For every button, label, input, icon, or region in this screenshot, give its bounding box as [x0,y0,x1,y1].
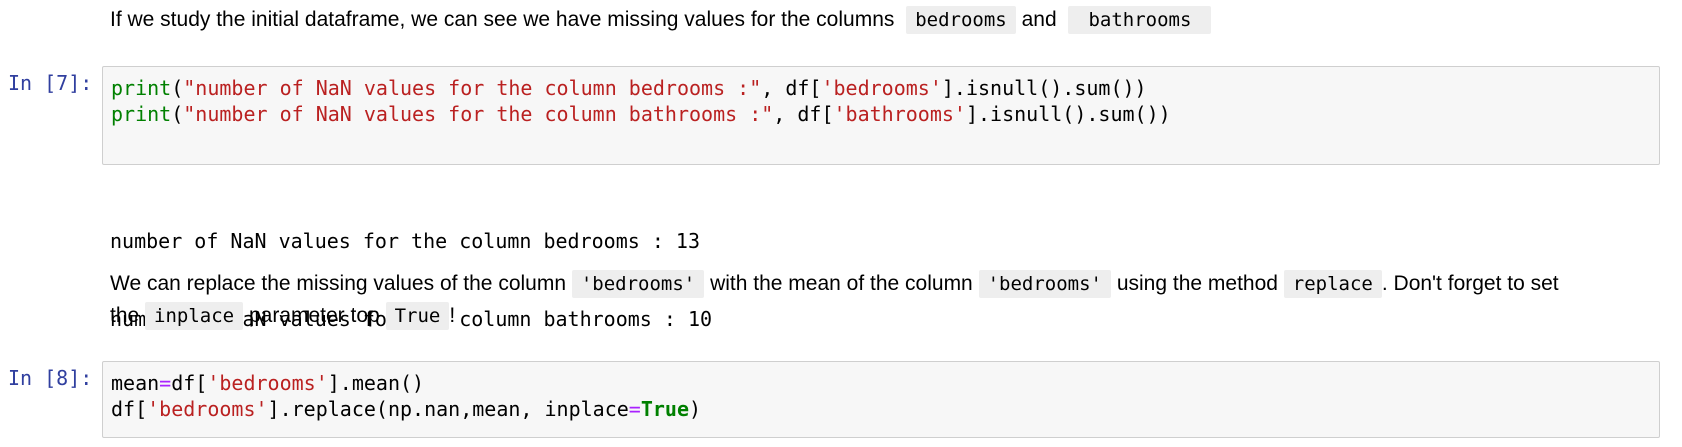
inline-code-replace: replace [1283,270,1382,298]
inline-code-bedrooms: bedrooms [906,6,1016,34]
code-string: 'bathrooms' [833,102,966,126]
code-string: 'bedrooms' [821,76,942,100]
intro-text: If we study the initial dataframe, we ca… [110,8,895,31]
code-cell-8-input[interactable]: mean=df['bedrooms'].mean() df['bedrooms'… [102,361,1660,438]
intro-and: and [1021,8,1057,31]
code-keyword-true: True [640,397,689,421]
inline-code-inplace: inplace [145,302,244,330]
code-token: mean [111,371,160,395]
code-token: , df[ [761,76,822,100]
code-line: print("number of NaN values for the colu… [111,75,1651,101]
code-string: "number of NaN values for the column bed… [183,76,762,100]
md-text: the [110,304,140,327]
code-string: "number of NaN values for the column bat… [183,102,774,126]
code-token: df[ [171,371,208,395]
code-line: df['bedrooms'].replace(np.nan,mean, inpl… [111,396,1651,422]
md-text: We can replace the missing values of the… [110,272,567,295]
code-line: print("number of NaN values for the colu… [111,101,1651,127]
code-line: mean=df['bedrooms'].mean() [111,370,1651,396]
code-token: ( [171,102,184,126]
code-token: ].isnull().sum()) [941,76,1147,100]
cell-prompt-8: In [8]: [8,366,93,390]
code-token: ( [171,76,184,100]
inline-code-bedrooms: 'bedrooms' [978,270,1111,298]
code-token-print: print [111,76,172,100]
markdown-cell-replace: We can replace the missing values of the… [110,268,1650,332]
code-operator: = [628,397,641,421]
code-token: ].isnull().sum()) [965,102,1171,126]
md-text: ! [449,304,456,327]
md-text: with the mean of the column [710,272,973,295]
inline-code-true: True [385,302,450,330]
output-line: number of NaN values for the column bedr… [110,229,701,253]
code-token: , df[ [773,102,834,126]
inline-code-bathrooms: bathrooms [1068,6,1212,34]
code-token: ].replace(np.nan,mean, inplace [267,397,629,421]
inline-code-bedrooms: 'bedrooms' [571,270,705,298]
code-string: 'bedrooms' [147,397,268,421]
md-text: using the method [1116,272,1278,295]
code-token: ].mean() [327,371,425,395]
cell-prompt-7: In [7]: [8,71,93,95]
code-token: ) [689,397,702,421]
markdown-cell-intro: If we study the initial dataframe, we ca… [110,4,1212,36]
md-text: parameter top [248,304,380,327]
code-cell-7-input[interactable]: print("number of NaN values for the colu… [102,66,1660,165]
code-operator: = [159,371,172,395]
code-token-print: print [111,102,172,126]
code-string: 'bedrooms' [207,371,328,395]
md-text: . Don't forget to set [1381,272,1559,295]
code-token: df[ [111,397,148,421]
